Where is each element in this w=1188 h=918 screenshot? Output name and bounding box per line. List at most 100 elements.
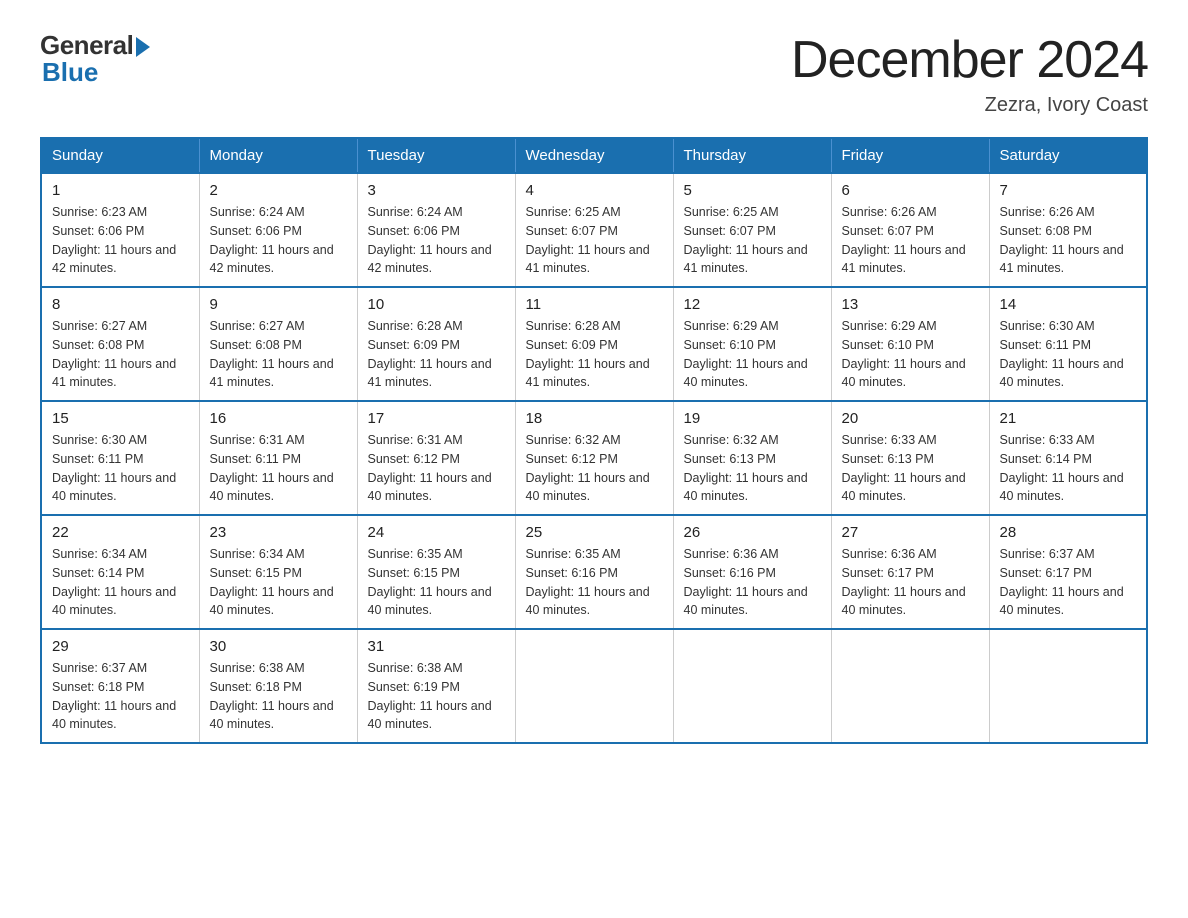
calendar-week-row: 15 Sunrise: 6:30 AM Sunset: 6:11 PM Dayl… (41, 401, 1147, 515)
calendar-header-row: SundayMondayTuesdayWednesdayThursdayFrid… (41, 138, 1147, 173)
day-number: 22 (52, 524, 189, 541)
day-number: 29 (52, 638, 189, 655)
day-number: 17 (368, 410, 505, 427)
day-number: 14 (1000, 296, 1137, 313)
calendar-cell: 29 Sunrise: 6:37 AM Sunset: 6:18 PM Dayl… (41, 629, 199, 743)
title-area: December 2024 Zezra, Ivory Coast (791, 30, 1148, 117)
header-saturday: Saturday (989, 138, 1147, 173)
location-subtitle: Zezra, Ivory Coast (791, 94, 1148, 117)
day-info: Sunrise: 6:35 AM Sunset: 6:16 PM Dayligh… (526, 545, 663, 620)
calendar-week-row: 29 Sunrise: 6:37 AM Sunset: 6:18 PM Dayl… (41, 629, 1147, 743)
day-info: Sunrise: 6:32 AM Sunset: 6:12 PM Dayligh… (526, 431, 663, 506)
calendar-cell: 8 Sunrise: 6:27 AM Sunset: 6:08 PM Dayli… (41, 287, 199, 401)
day-info: Sunrise: 6:26 AM Sunset: 6:08 PM Dayligh… (1000, 203, 1137, 278)
calendar-cell: 20 Sunrise: 6:33 AM Sunset: 6:13 PM Dayl… (831, 401, 989, 515)
day-info: Sunrise: 6:38 AM Sunset: 6:18 PM Dayligh… (210, 659, 347, 734)
day-number: 25 (526, 524, 663, 541)
day-info: Sunrise: 6:30 AM Sunset: 6:11 PM Dayligh… (52, 431, 189, 506)
day-info: Sunrise: 6:29 AM Sunset: 6:10 PM Dayligh… (842, 317, 979, 392)
day-number: 7 (1000, 182, 1137, 199)
day-info: Sunrise: 6:27 AM Sunset: 6:08 PM Dayligh… (52, 317, 189, 392)
calendar-cell: 17 Sunrise: 6:31 AM Sunset: 6:12 PM Dayl… (357, 401, 515, 515)
header-thursday: Thursday (673, 138, 831, 173)
day-info: Sunrise: 6:32 AM Sunset: 6:13 PM Dayligh… (684, 431, 821, 506)
month-title: December 2024 (791, 30, 1148, 90)
day-number: 20 (842, 410, 979, 427)
day-info: Sunrise: 6:38 AM Sunset: 6:19 PM Dayligh… (368, 659, 505, 734)
day-info: Sunrise: 6:37 AM Sunset: 6:18 PM Dayligh… (52, 659, 189, 734)
calendar-cell: 1 Sunrise: 6:23 AM Sunset: 6:06 PM Dayli… (41, 173, 199, 287)
day-info: Sunrise: 6:33 AM Sunset: 6:13 PM Dayligh… (842, 431, 979, 506)
day-info: Sunrise: 6:37 AM Sunset: 6:17 PM Dayligh… (1000, 545, 1137, 620)
calendar-cell: 23 Sunrise: 6:34 AM Sunset: 6:15 PM Dayl… (199, 515, 357, 629)
logo: General Blue (40, 30, 150, 88)
day-number: 23 (210, 524, 347, 541)
day-info: Sunrise: 6:25 AM Sunset: 6:07 PM Dayligh… (684, 203, 821, 278)
calendar-week-row: 1 Sunrise: 6:23 AM Sunset: 6:06 PM Dayli… (41, 173, 1147, 287)
calendar-cell (673, 629, 831, 743)
logo-blue-text: Blue (40, 57, 98, 88)
day-number: 11 (526, 296, 663, 313)
calendar-cell: 15 Sunrise: 6:30 AM Sunset: 6:11 PM Dayl… (41, 401, 199, 515)
day-info: Sunrise: 6:34 AM Sunset: 6:15 PM Dayligh… (210, 545, 347, 620)
calendar-cell: 16 Sunrise: 6:31 AM Sunset: 6:11 PM Dayl… (199, 401, 357, 515)
calendar-cell: 7 Sunrise: 6:26 AM Sunset: 6:08 PM Dayli… (989, 173, 1147, 287)
day-info: Sunrise: 6:30 AM Sunset: 6:11 PM Dayligh… (1000, 317, 1137, 392)
calendar-cell: 22 Sunrise: 6:34 AM Sunset: 6:14 PM Dayl… (41, 515, 199, 629)
day-number: 5 (684, 182, 821, 199)
day-number: 15 (52, 410, 189, 427)
day-number: 24 (368, 524, 505, 541)
day-info: Sunrise: 6:28 AM Sunset: 6:09 PM Dayligh… (526, 317, 663, 392)
day-number: 6 (842, 182, 979, 199)
day-info: Sunrise: 6:24 AM Sunset: 6:06 PM Dayligh… (368, 203, 505, 278)
day-info: Sunrise: 6:23 AM Sunset: 6:06 PM Dayligh… (52, 203, 189, 278)
day-number: 8 (52, 296, 189, 313)
calendar-cell: 27 Sunrise: 6:36 AM Sunset: 6:17 PM Dayl… (831, 515, 989, 629)
calendar-cell (831, 629, 989, 743)
calendar-cell: 21 Sunrise: 6:33 AM Sunset: 6:14 PM Dayl… (989, 401, 1147, 515)
day-number: 12 (684, 296, 821, 313)
calendar-table: SundayMondayTuesdayWednesdayThursdayFrid… (40, 137, 1148, 744)
header-friday: Friday (831, 138, 989, 173)
calendar-cell: 26 Sunrise: 6:36 AM Sunset: 6:16 PM Dayl… (673, 515, 831, 629)
day-number: 16 (210, 410, 347, 427)
calendar-week-row: 22 Sunrise: 6:34 AM Sunset: 6:14 PM Dayl… (41, 515, 1147, 629)
calendar-week-row: 8 Sunrise: 6:27 AM Sunset: 6:08 PM Dayli… (41, 287, 1147, 401)
day-info: Sunrise: 6:24 AM Sunset: 6:06 PM Dayligh… (210, 203, 347, 278)
header-sunday: Sunday (41, 138, 199, 173)
day-info: Sunrise: 6:25 AM Sunset: 6:07 PM Dayligh… (526, 203, 663, 278)
calendar-cell: 19 Sunrise: 6:32 AM Sunset: 6:13 PM Dayl… (673, 401, 831, 515)
day-number: 26 (684, 524, 821, 541)
day-number: 13 (842, 296, 979, 313)
calendar-cell: 9 Sunrise: 6:27 AM Sunset: 6:08 PM Dayli… (199, 287, 357, 401)
day-info: Sunrise: 6:33 AM Sunset: 6:14 PM Dayligh… (1000, 431, 1137, 506)
day-info: Sunrise: 6:35 AM Sunset: 6:15 PM Dayligh… (368, 545, 505, 620)
day-number: 30 (210, 638, 347, 655)
day-info: Sunrise: 6:34 AM Sunset: 6:14 PM Dayligh… (52, 545, 189, 620)
header-wednesday: Wednesday (515, 138, 673, 173)
day-info: Sunrise: 6:36 AM Sunset: 6:16 PM Dayligh… (684, 545, 821, 620)
day-number: 4 (526, 182, 663, 199)
day-info: Sunrise: 6:31 AM Sunset: 6:11 PM Dayligh… (210, 431, 347, 506)
day-info: Sunrise: 6:31 AM Sunset: 6:12 PM Dayligh… (368, 431, 505, 506)
calendar-cell: 6 Sunrise: 6:26 AM Sunset: 6:07 PM Dayli… (831, 173, 989, 287)
day-info: Sunrise: 6:36 AM Sunset: 6:17 PM Dayligh… (842, 545, 979, 620)
calendar-cell: 31 Sunrise: 6:38 AM Sunset: 6:19 PM Dayl… (357, 629, 515, 743)
day-info: Sunrise: 6:26 AM Sunset: 6:07 PM Dayligh… (842, 203, 979, 278)
calendar-cell: 30 Sunrise: 6:38 AM Sunset: 6:18 PM Dayl… (199, 629, 357, 743)
header-tuesday: Tuesday (357, 138, 515, 173)
header-monday: Monday (199, 138, 357, 173)
day-number: 18 (526, 410, 663, 427)
logo-arrow-icon (136, 37, 150, 57)
calendar-cell: 11 Sunrise: 6:28 AM Sunset: 6:09 PM Dayl… (515, 287, 673, 401)
calendar-cell: 24 Sunrise: 6:35 AM Sunset: 6:15 PM Dayl… (357, 515, 515, 629)
day-number: 3 (368, 182, 505, 199)
calendar-cell: 28 Sunrise: 6:37 AM Sunset: 6:17 PM Dayl… (989, 515, 1147, 629)
day-number: 21 (1000, 410, 1137, 427)
day-number: 2 (210, 182, 347, 199)
calendar-cell: 5 Sunrise: 6:25 AM Sunset: 6:07 PM Dayli… (673, 173, 831, 287)
day-info: Sunrise: 6:29 AM Sunset: 6:10 PM Dayligh… (684, 317, 821, 392)
day-number: 31 (368, 638, 505, 655)
day-number: 19 (684, 410, 821, 427)
day-number: 1 (52, 182, 189, 199)
